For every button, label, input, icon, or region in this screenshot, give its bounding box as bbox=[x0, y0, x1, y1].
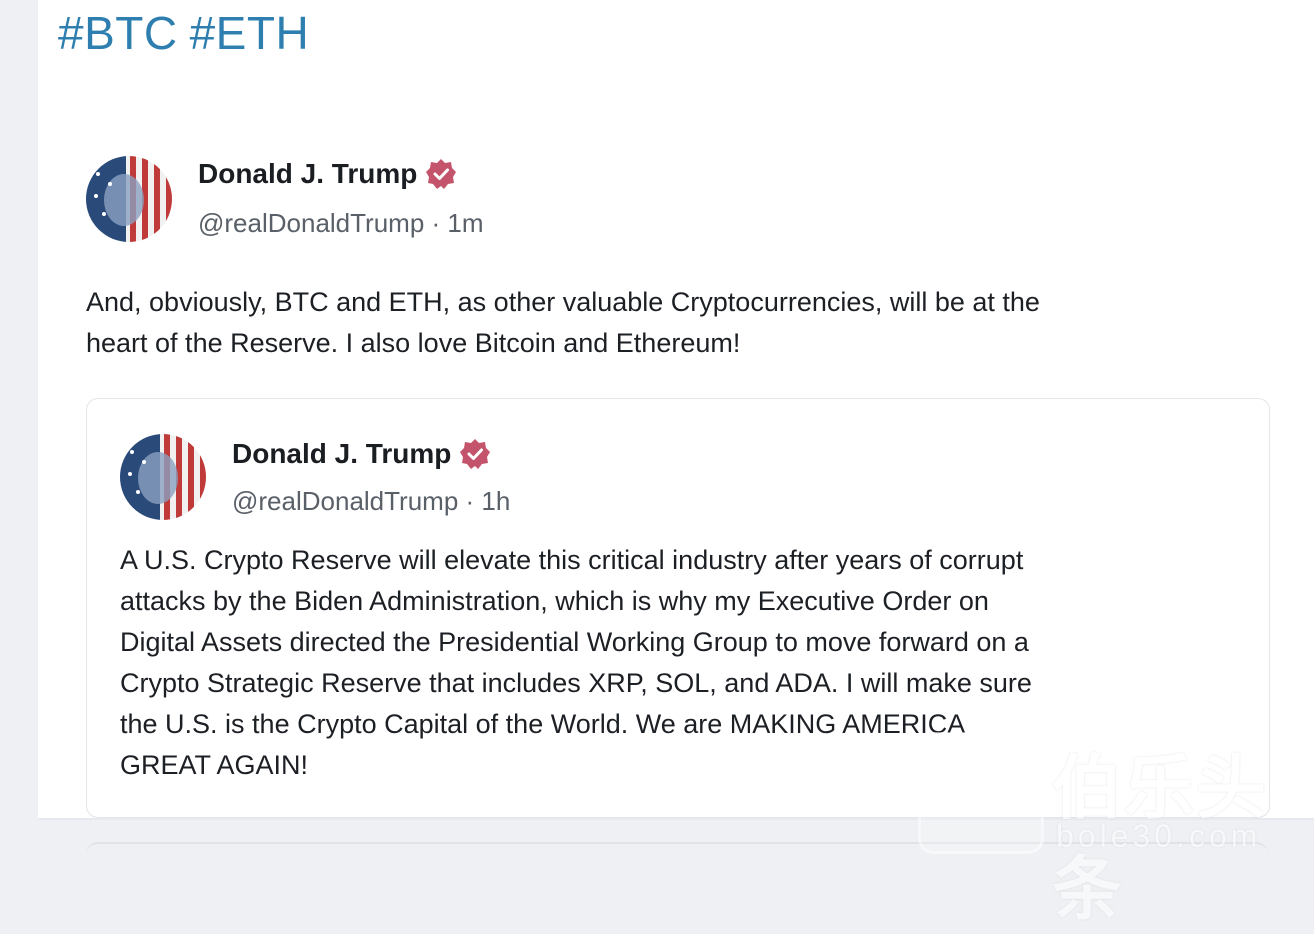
quoted-post-text: A U.S. Crypto Reserve will elevate this … bbox=[120, 545, 1032, 780]
quoted-author-handle-time: @realDonaldTrump · 1h bbox=[232, 486, 511, 516]
quoted-author-name-row: Donald J. Trump bbox=[232, 438, 491, 470]
hashtag-eth[interactable]: #ETH bbox=[190, 7, 310, 59]
author-name-row: Donald J. Trump bbox=[198, 158, 457, 190]
avatar[interactable] bbox=[86, 156, 172, 242]
author-name[interactable]: Donald J. Trump bbox=[198, 158, 417, 190]
quoted-author-name[interactable]: Donald J. Trump bbox=[232, 438, 451, 470]
watermark-url: bole30.com bbox=[1056, 818, 1262, 854]
post-text: And, obviously, BTC and ETH, as other va… bbox=[86, 287, 1040, 358]
quoted-avatar[interactable] bbox=[120, 434, 206, 520]
hashtag-header: #BTC #ETH bbox=[58, 6, 321, 60]
watermark-logo: Bole bbox=[918, 732, 1044, 854]
avatar-flag-portrait-icon bbox=[120, 434, 206, 520]
avatar-flag-portrait-icon bbox=[86, 156, 172, 242]
verified-badge-icon bbox=[460, 439, 491, 469]
verified-badge-icon bbox=[426, 159, 457, 189]
hashtag-btc[interactable]: #BTC bbox=[58, 7, 178, 59]
watermark: Bole 伯乐头条 bole30.com bbox=[918, 732, 1314, 928]
author-handle-time: @realDonaldTrump · 1m bbox=[198, 208, 484, 238]
